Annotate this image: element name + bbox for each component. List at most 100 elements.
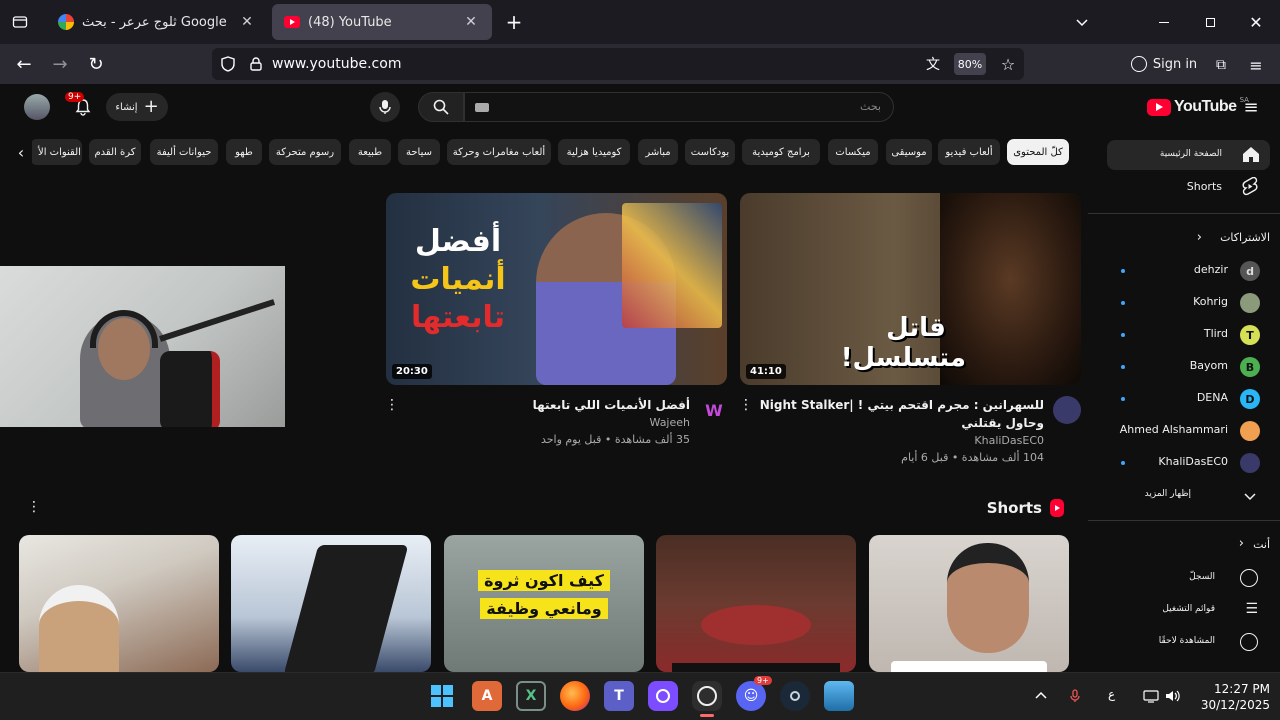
chip-all[interactable]: كلّ المحتوى	[1007, 139, 1069, 165]
chevron-down-icon[interactable]	[1070, 10, 1094, 34]
short-card[interactable]	[231, 535, 431, 672]
notifications-button[interactable]: 9+	[65, 92, 96, 120]
short-card[interactable]	[19, 535, 219, 672]
sidebar-item-history[interactable]: السجلّ	[1107, 567, 1270, 589]
sidebar-item-playlists[interactable]: قوائم التشغيل ☰	[1107, 599, 1270, 621]
search-input[interactable]: بحث	[464, 92, 894, 122]
more-vert-icon[interactable]: ⋮	[384, 396, 400, 414]
sub-item[interactable]: Ahmed Alshammari	[1107, 420, 1270, 442]
chip[interactable]: كوميديا هزلية	[558, 139, 630, 165]
app-a-icon[interactable]: A	[472, 681, 502, 711]
app-circle-icon[interactable]	[648, 681, 678, 711]
tab-list-icon[interactable]	[8, 10, 32, 34]
avatar[interactable]	[24, 94, 50, 120]
short-figure	[39, 585, 119, 672]
obs-icon[interactable]	[692, 681, 722, 711]
chip[interactable]: القنوات الأ	[30, 139, 82, 165]
sub-item[interactable]: DENA D	[1107, 388, 1270, 410]
clock[interactable]: 12:27 PM 30/12/2025	[1194, 681, 1270, 713]
sub-item[interactable]: dehzir d	[1107, 260, 1270, 282]
volume-icon[interactable]	[1164, 687, 1182, 705]
sidebar-item-home[interactable]: الصفحة الرئيسية	[1107, 140, 1270, 170]
sidebar-item-shorts[interactable]: Shorts	[1107, 174, 1270, 200]
chevron-right-icon: ›	[1238, 536, 1244, 551]
chevron-left-icon[interactable]: ‹	[10, 140, 32, 164]
chair	[160, 351, 220, 427]
chip[interactable]: ميكسات	[828, 139, 878, 165]
translate-icon[interactable]: 文	[922, 54, 944, 74]
tab-google-search[interactable]: ثلوج عرعر - بحث Google ✕	[46, 4, 268, 40]
discord-icon[interactable]: ☺ 9+	[736, 676, 772, 711]
chip[interactable]: حيوانات أليفة	[150, 139, 218, 165]
teams-icon[interactable]: T	[604, 681, 634, 711]
chip[interactable]: موسيقى	[886, 139, 932, 165]
channel-avatar[interactable]: W	[700, 396, 728, 424]
short-card[interactable]	[869, 535, 1069, 672]
close-tab-icon[interactable]: ✕	[238, 14, 256, 30]
sub-item[interactable]: Bayom B	[1107, 356, 1270, 378]
create-button[interactable]: إنشاء +	[106, 93, 168, 121]
chip[interactable]: رسوم متحركة	[269, 139, 341, 165]
chip[interactable]: سياحة	[398, 139, 440, 165]
channel-name[interactable]: Wajeeh	[526, 416, 690, 429]
you-header[interactable]: أنت ›	[1107, 535, 1270, 557]
chip[interactable]: طهو	[226, 139, 262, 165]
microphone-icon[interactable]	[1066, 687, 1084, 705]
sidebar-item-watch-later[interactable]: المشاهدة لاحقًا	[1107, 631, 1270, 653]
back-icon[interactable]: ←	[12, 52, 36, 76]
app-menu-icon[interactable]: ≡	[1245, 54, 1267, 76]
short-card[interactable]: كيف اكون ثروة ومانعي وظيفة	[444, 535, 644, 672]
bookmark-star-icon[interactable]: ☆	[998, 54, 1018, 74]
photos-icon[interactable]	[824, 681, 854, 711]
zoom-level-badge[interactable]: 80%	[954, 53, 986, 75]
channel-name[interactable]: KhaliDasEC0	[880, 434, 1044, 447]
chip[interactable]: بودكاست	[685, 139, 735, 165]
keyboard-icon[interactable]	[475, 103, 489, 112]
youtube-logo[interactable]: YouTube SA	[1147, 96, 1249, 118]
more-vert-icon[interactable]: ⋮	[26, 498, 42, 516]
network-icon[interactable]	[1142, 687, 1160, 705]
more-vert-icon[interactable]: ⋮	[738, 396, 754, 414]
new-tab-icon[interactable]: +	[502, 10, 526, 34]
voice-search-button[interactable]	[370, 92, 400, 122]
chip[interactable]: برامج كوميدية	[742, 139, 820, 165]
chip[interactable]: كرة القدم	[89, 139, 141, 165]
video-thumbnail[interactable]: قاتل متسلسل! 41:10	[740, 193, 1081, 385]
chip[interactable]: طبيعة	[349, 139, 391, 165]
minimize-icon[interactable]	[1152, 10, 1176, 34]
sub-item[interactable]: KhaliDasEC0	[1107, 452, 1270, 474]
shield-icon[interactable]	[218, 54, 238, 74]
search-button[interactable]	[418, 92, 464, 122]
thumb-posters	[622, 203, 722, 328]
video-title[interactable]: أفضل الأنميات اللي تابعتها	[470, 396, 690, 414]
chip[interactable]: ألعاب مغامرات وحركة	[447, 139, 551, 165]
show-more-button[interactable]: إظهار المزيد	[1107, 484, 1270, 506]
sign-in-button[interactable]: Sign in	[1124, 50, 1204, 78]
forward-icon[interactable]: →	[48, 52, 72, 76]
chip[interactable]: مباشر	[638, 139, 678, 165]
steam-icon[interactable]	[780, 681, 810, 711]
firefox-icon[interactable]	[560, 681, 590, 711]
chevron-up-icon[interactable]	[1032, 687, 1050, 705]
language-indicator[interactable]: ع	[1108, 687, 1115, 701]
lock-icon[interactable]	[246, 54, 266, 74]
video-thumbnail[interactable]: أفضل أنميات تابعتها 20:30	[386, 193, 727, 385]
short-card[interactable]	[656, 535, 856, 672]
url-bar[interactable]: www.youtube.com 文 80% ☆	[212, 48, 1024, 80]
windows-start-icon[interactable]	[427, 681, 457, 711]
video-title[interactable]: للسهرانين : مجرم اقتحم بيتي ! |The Pinev…	[760, 396, 1044, 432]
excel-icon[interactable]: X	[516, 681, 546, 711]
restore-icon[interactable]	[1198, 10, 1222, 34]
close-tab-icon[interactable]: ✕	[462, 14, 480, 30]
tab-youtube[interactable]: (48) YouTube ✕	[272, 4, 492, 40]
channel-avatar[interactable]	[1053, 396, 1081, 424]
sub-item[interactable]: Tlird T	[1107, 324, 1270, 346]
extensions-icon[interactable]: ⧉	[1210, 54, 1232, 76]
sub-item[interactable]: Kohrig	[1107, 292, 1270, 314]
guide-menu-icon[interactable]: ≡	[1240, 96, 1262, 118]
url-text[interactable]: www.youtube.com	[272, 56, 401, 72]
close-window-icon[interactable]: ✕	[1244, 10, 1268, 34]
subscriptions-header[interactable]: الاشتراكات ›	[1107, 228, 1270, 250]
chip[interactable]: ألعاب فيديو	[938, 139, 1000, 165]
reload-icon[interactable]: ↻	[84, 52, 108, 76]
